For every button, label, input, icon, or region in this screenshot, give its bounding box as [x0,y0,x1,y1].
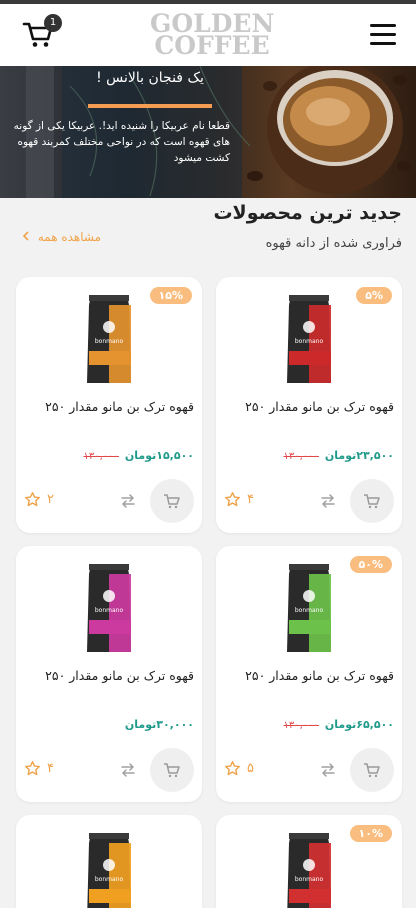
compare-icon [321,763,335,777]
star-icon [25,492,40,507]
old-price: ۱۳۰,۰۰۰ [83,451,119,462]
product-price: ۲۳,۵۰۰ [356,449,394,462]
product-price: ۱۵,۵۰۰ [156,449,194,462]
rating-value: ۲ [47,492,54,507]
compare-icon [321,494,335,508]
section-subtitle: فراوری شده از دانه قهوه [265,236,402,251]
product-rating: ۲ [24,489,54,509]
add-to-cart-icon [164,763,180,778]
product-card[interactable]: ۵۰% bonmano قهوه ترک بن مانو مقدار ۲۵۰ ۶… [216,546,402,802]
product-price: ۶۵,۵۰۰ [356,718,394,731]
compare-button[interactable] [320,762,336,778]
product-price: ۳۰,۰۰۰ [156,718,194,731]
price-row: ۳۰,۰۰۰تومان [24,718,194,731]
currency-label: تومان [324,718,357,731]
compare-button[interactable] [120,762,136,778]
product-name[interactable]: قهوه ترک بن مانو مقدار ۲۵۰ [224,399,394,414]
currency-label: تومان [124,449,157,462]
card-footer: ۲ [16,473,202,533]
currency-label: تومان [124,718,157,731]
old-price: ۱۳۰,۰۰۰ [283,451,319,462]
product-image: bonmano [87,833,131,908]
banner-underline [88,104,212,108]
svg-text:bonmano: bonmano [295,338,324,345]
product-name[interactable]: قهوه ترک بن مانو مقدار ۲۵۰ [24,668,194,683]
banner-text: قطعا نام عربیکا را شنیده اید!. عربیکا یک… [13,120,230,164]
product-image: bonmano [287,295,331,383]
card-footer: ۴ [16,742,202,802]
brand-logo[interactable]: GOLDEN COFFEE [150,11,274,60]
product-card[interactable]: bonmano [16,815,202,908]
cart-count-badge: 1 [44,14,62,32]
banner-title: یک فنجان بالانس ! [96,70,204,86]
app-header: 1 GOLDEN COFFEE [0,4,416,66]
compare-button[interactable] [120,493,136,509]
rating-value: ۵ [247,761,254,776]
add-to-cart-icon [164,494,180,509]
star-icon [225,761,240,776]
svg-text:bonmano: bonmano [295,607,324,614]
card-footer: ۵ [216,742,402,802]
chevron-left-icon [22,230,30,244]
product-name[interactable]: قهوه ترک بن مانو مقدار ۲۵۰ [24,399,194,414]
product-card[interactable]: ۱۵% bonmano قهوه ترک بن مانو مقدار ۲۵۰ ۱… [16,277,202,533]
rating-value: ۴ [47,761,54,776]
product-rating: ۴ [24,758,54,778]
svg-text:bonmano: bonmano [95,338,124,345]
price-row: ۱۵,۵۰۰تومان ۱۳۰,۰۰۰ [24,449,194,462]
star-icon [225,492,240,507]
product-image: bonmano [287,833,331,908]
product-card[interactable]: ۱۰% bonmano [216,815,402,908]
menu-icon-bar-3 [370,42,396,45]
product-image: bonmano [87,295,131,383]
price-row: ۶۵,۵۰۰تومان ۱۳۰,۰۰۰ [224,718,394,731]
discount-badge: ۵% [356,287,392,304]
product-image: bonmano [287,564,331,652]
card-footer: ۴ [216,473,402,533]
add-to-cart-button[interactable] [350,748,394,792]
discount-badge: ۵۰% [349,556,392,573]
product-card[interactable]: ۵% bonmano قهوه ترک بن مانو مقدار ۲۵۰ ۲۳… [216,277,402,533]
add-to-cart-icon [364,763,380,778]
section-title: جدید ترین محصولات [213,202,402,224]
add-to-cart-icon [364,494,380,509]
star-icon [25,761,40,776]
menu-button[interactable] [370,22,396,46]
svg-text:bonmano: bonmano [295,876,324,883]
price-row: ۲۳,۵۰۰تومان ۱۳۰,۰۰۰ [224,449,394,462]
currency-label: تومان [324,449,357,462]
product-card[interactable]: bonmano قهوه ترک بن مانو مقدار ۲۵۰ ۳۰,۰۰… [16,546,202,802]
compare-icon [121,494,135,508]
product-name[interactable]: قهوه ترک بن مانو مقدار ۲۵۰ [224,668,394,683]
promo-banner[interactable]: یک فنجان بالانس ! قطعا نام عربیکا را شنی… [0,66,416,198]
svg-text:bonmano: bonmano [95,607,124,614]
product-rating: ۵ [224,758,254,778]
product-rating: ۴ [224,489,254,509]
add-to-cart-button[interactable] [350,479,394,523]
compare-button[interactable] [320,493,336,509]
see-all-label: مشاهده همه [37,230,102,244]
discount-badge: ۱۰% [349,825,392,842]
logo-line-2: COFFEE [154,31,270,60]
discount-badge: ۱۵% [149,287,192,304]
menu-icon [370,24,396,27]
product-image: bonmano [87,564,131,652]
see-all-link[interactable]: مشاهده همه [22,230,101,244]
rating-value: ۴ [247,492,254,507]
add-to-cart-button[interactable] [150,479,194,523]
add-to-cart-button[interactable] [150,748,194,792]
menu-icon-bar-2 [370,33,396,36]
old-price: ۱۳۰,۰۰۰ [283,720,319,731]
svg-text:bonmano: bonmano [95,876,124,883]
compare-icon [121,763,135,777]
